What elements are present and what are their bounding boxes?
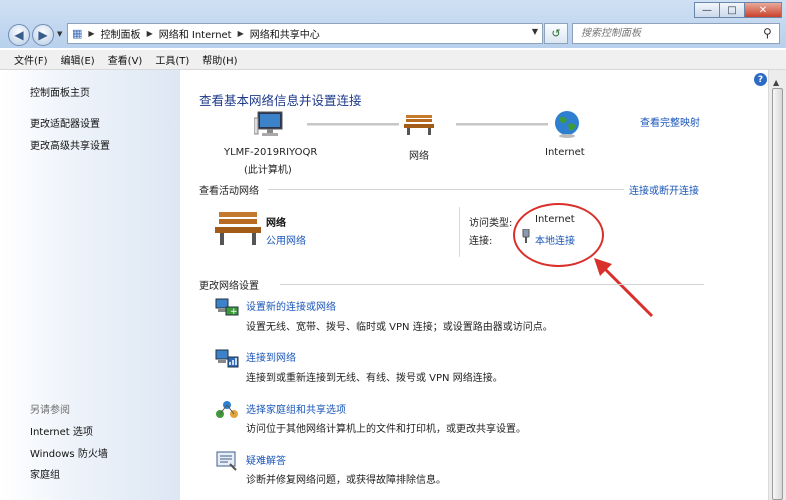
homegroup-icon (216, 401, 238, 418)
globe-icon (555, 111, 579, 138)
option-homegroup-sharing-link[interactable]: 选择家庭组和共享选项 (246, 401, 346, 416)
sidebar-item-internet-options[interactable]: Internet 选项 (30, 423, 93, 438)
arrow-left-icon: ◀ (14, 28, 24, 42)
connect-disconnect-link[interactable]: 连接或断开连接 (629, 182, 699, 197)
access-type-label: 访问类型: (469, 218, 513, 229)
menu-view[interactable]: 查看(V) (108, 52, 143, 67)
search-input[interactable] (572, 23, 780, 44)
option-homegroup-sharing-desc: 访问位于其他网络计算机上的文件和打印机，或更改共享设置。 (246, 424, 526, 435)
connect-network-icon (215, 349, 239, 368)
option-setup-new-connection-link[interactable]: 设置新的连接或网络 (246, 298, 336, 313)
menu-bar: 文件(F) 编辑(E) 查看(V) 工具(T) 帮助(H) (0, 50, 786, 70)
computer-icon (254, 111, 283, 136)
breadcrumb-network-sharing-center[interactable]: 网络和共享中心 (250, 26, 320, 41)
search-icon[interactable]: ⚲ (763, 26, 772, 40)
sidebar-item-homegroup[interactable]: 家庭组 (30, 466, 60, 481)
option-troubleshoot-desc: 诊断并修复网络问题，或获得故障排除信息。 (246, 475, 446, 486)
menu-file[interactable]: 文件(F) (14, 52, 48, 67)
scroll-up-icon[interactable]: ▲ (773, 78, 779, 87)
address-history-dropdown[interactable]: ▼ (532, 27, 538, 36)
breadcrumb-control-panel[interactable]: 控制面板 (101, 26, 141, 41)
new-connection-icon: + (215, 298, 239, 317)
bench-icon (215, 212, 261, 245)
vertical-scrollbar[interactable]: ▲ (768, 70, 786, 500)
connection-line (307, 123, 399, 126)
address-bar[interactable]: ▦ ▶ 控制面板 ▶ 网络和 Internet ▶ 网络和共享中心 ▼ (67, 23, 543, 44)
menu-edit[interactable]: 编辑(E) (61, 52, 95, 67)
breadcrumb-separator-icon[interactable]: ▶ (88, 29, 94, 38)
menu-help[interactable]: 帮助(H) (202, 52, 237, 67)
troubleshoot-icon (216, 451, 237, 471)
section-divider (280, 284, 704, 285)
minimize-button[interactable]: — (694, 2, 720, 18)
sidebar-item-change-adapter-settings[interactable]: 更改适配器设置 (30, 115, 100, 130)
menu-tools[interactable]: 工具(T) (155, 52, 189, 67)
page-title: 查看基本网络信息并设置连接 (199, 93, 362, 108)
svg-text:+: + (230, 307, 238, 317)
computer-sub-label: (此计算机) (244, 165, 292, 176)
maximize-button[interactable]: □ (719, 2, 745, 18)
back-button[interactable]: ◀ (8, 24, 30, 46)
sidebar-item-advanced-sharing-settings[interactable]: 更改高级共享设置 (30, 137, 110, 152)
forward-button[interactable]: ▶ (32, 24, 54, 46)
window-controls: — □ ✕ (694, 2, 782, 18)
change-settings-heading: 更改网络设置 (199, 281, 259, 292)
sidebar-item-windows-firewall[interactable]: Windows 防火墙 (30, 445, 108, 460)
breadcrumb-separator-icon[interactable]: ▶ (147, 29, 153, 38)
active-networks-heading: 查看活动网络 (199, 186, 259, 197)
scrollbar-thumb[interactable] (772, 88, 783, 500)
bench-icon (404, 115, 434, 135)
network-map-label: 网络 (409, 151, 429, 162)
breadcrumb-separator-icon[interactable]: ▶ (238, 29, 244, 38)
connection-line (456, 123, 548, 126)
help-icon[interactable]: ? (754, 73, 767, 86)
option-setup-new-connection-desc: 设置无线、宽带、拨号、临时或 VPN 连接；或设置路由器或访问点。 (246, 322, 553, 333)
computer-name: YLMF-2019RIYOQR (224, 147, 318, 158)
control-panel-icon: ▦ (72, 27, 83, 40)
network-name: 网络 (266, 218, 286, 229)
option-troubleshoot-link[interactable]: 疑难解答 (246, 452, 286, 467)
breadcrumb-network-internet[interactable]: 网络和 Internet (159, 26, 232, 41)
see-also-heading: 另请参阅 (30, 405, 70, 416)
refresh-icon: ↺ (551, 27, 561, 40)
network-divider (459, 207, 460, 257)
network-type-link[interactable]: 公用网络 (266, 232, 306, 247)
connections-label: 连接: (469, 236, 493, 247)
close-button[interactable]: ✕ (744, 2, 782, 18)
sidebar-item-control-panel-home[interactable]: 控制面板主页 (30, 84, 90, 99)
refresh-button[interactable]: ↺ (544, 23, 568, 44)
arrow-right-icon: ▶ (38, 28, 48, 42)
internet-map-label: Internet (545, 147, 585, 158)
section-divider (268, 189, 624, 190)
recent-pages-dropdown[interactable]: ▼ (57, 30, 62, 38)
see-full-map-link[interactable]: 查看完整映射 (640, 114, 700, 129)
option-connect-network-desc: 连接到或重新连接到无线、有线、拨号或 VPN 网络连接。 (246, 373, 503, 384)
option-connect-network-link[interactable]: 连接到网络 (246, 349, 296, 364)
annotation-arrow-icon (594, 258, 654, 318)
sidebar: 控制面板主页 更改适配器设置 更改高级共享设置 另请参阅 Internet 选项… (0, 70, 180, 500)
